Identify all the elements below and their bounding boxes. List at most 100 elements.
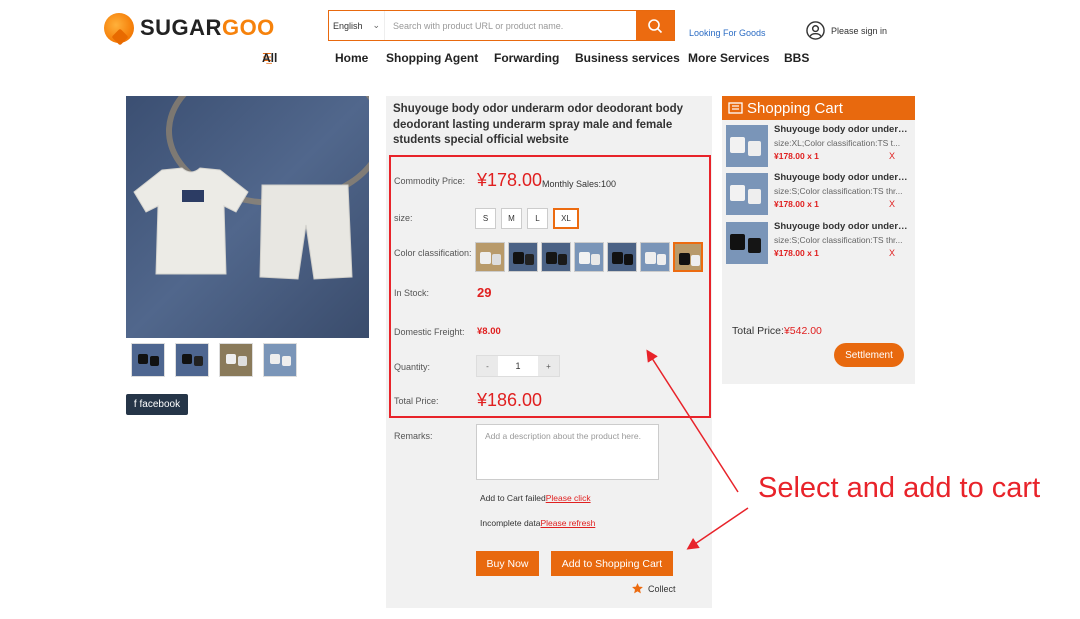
collect-label: Collect xyxy=(648,583,676,594)
cart-header: Shopping Cart xyxy=(722,96,915,120)
quantity-decrease-button[interactable]: - xyxy=(477,356,498,376)
color-options xyxy=(475,242,703,272)
incomplete-data-note: Incomplete dataPlease refresh xyxy=(480,518,595,528)
nav-shopping-agent[interactable]: Shopping Agent xyxy=(386,51,478,65)
cart-total: Total Price:¥542.00 xyxy=(732,325,822,337)
cart-item-spec: size:S;Color classification:TS thr... xyxy=(774,235,903,245)
quantity-stepper: - 1 + xyxy=(476,355,560,377)
total-price: ¥186.00 xyxy=(477,390,543,410)
sign-in-label: Please sign in xyxy=(831,25,888,36)
nav-all-label: All xyxy=(262,51,278,65)
size-option-l[interactable]: L xyxy=(527,208,548,229)
language-select[interactable]: English ⌄ xyxy=(329,11,385,40)
looking-for-goods-link[interactable]: Looking For Goods xyxy=(689,28,766,38)
cart-item-price: ¥178.00 x 1 xyxy=(774,151,819,161)
highlight-box xyxy=(389,155,711,418)
nav-forwarding[interactable]: Forwarding xyxy=(494,51,559,65)
annotation-text: Select and add to cart xyxy=(758,472,1041,504)
size-label: size: xyxy=(394,213,413,223)
sign-in-link[interactable]: Please sign in xyxy=(806,21,887,40)
stock-label: In Stock: xyxy=(394,288,430,298)
thumbnail[interactable] xyxy=(131,343,165,377)
cart-item[interactable]: Shuyouge body odor underarm odor deodora… xyxy=(724,219,913,265)
nav-business-services[interactable]: Business services xyxy=(575,51,680,65)
shorts-image xyxy=(259,184,353,280)
color-option[interactable] xyxy=(574,242,604,272)
user-icon xyxy=(806,21,825,40)
please-refresh-link[interactable]: Please refresh xyxy=(540,518,595,528)
stock-value: 29 xyxy=(477,285,492,300)
color-option[interactable] xyxy=(541,242,571,272)
nav-more-services[interactable]: More Services xyxy=(688,51,769,65)
cart-item-remove-button[interactable]: X xyxy=(889,199,895,209)
search-input[interactable] xyxy=(385,11,636,40)
buy-now-button[interactable]: Buy Now xyxy=(476,551,539,576)
search-button[interactable] xyxy=(636,11,674,40)
cart-item-image xyxy=(726,125,768,167)
product-main-image[interactable] xyxy=(126,96,369,338)
nav-bbs[interactable]: BBS xyxy=(784,51,809,65)
nav-home[interactable]: Home xyxy=(335,51,368,65)
freight-value: ¥8.00 xyxy=(477,326,501,337)
cart-item-spec: size:S;Color classification:TS thr... xyxy=(774,186,903,196)
size-option-s[interactable]: S xyxy=(475,208,496,229)
color-option[interactable] xyxy=(640,242,670,272)
price-label: Commodity Price: xyxy=(394,176,466,186)
tshirt-image xyxy=(133,167,249,275)
thumbnail-strip xyxy=(131,343,297,377)
logo-text: SUGARGOO xyxy=(140,15,275,40)
cart-item[interactable]: Shuyouge body odor underarm odor deodora… xyxy=(724,170,913,216)
remarks-textarea[interactable] xyxy=(476,424,659,480)
please-click-link[interactable]: Please click xyxy=(546,493,591,503)
chevron-down-icon: ⌄ xyxy=(372,20,380,30)
thumbnail[interactable] xyxy=(263,343,297,377)
cart-title: Shopping Cart xyxy=(747,99,843,117)
add-failed-text: Add to Cart failed xyxy=(480,493,546,503)
quantity-increase-button[interactable]: + xyxy=(538,356,559,376)
cart-item[interactable]: Shuyouge body odor underarm odor deodora… xyxy=(724,122,913,168)
color-option[interactable] xyxy=(508,242,538,272)
cart-item-image xyxy=(726,173,768,215)
freight-label: Domestic Freight: xyxy=(394,327,465,337)
size-option-xl[interactable]: XL xyxy=(553,208,579,229)
cart-item-name: Shuyouge body odor underarm odor deodora… xyxy=(774,172,910,183)
cart-item-name: Shuyouge body odor underarm odor deodora… xyxy=(774,221,910,232)
add-failed-note: Add to Cart failedPlease click xyxy=(480,493,591,503)
sugargoo-logo[interactable]: SUGARGOO xyxy=(104,13,275,43)
logo-mark-icon xyxy=(104,13,134,43)
color-option-selected[interactable] xyxy=(673,242,703,272)
search-icon xyxy=(648,18,663,33)
size-option-m[interactable]: M xyxy=(501,208,522,229)
facebook-share-button[interactable]: f facebook xyxy=(126,394,188,415)
commodity-price: ¥178.00 xyxy=(477,170,543,190)
cart-total-label: Total Price: xyxy=(732,325,784,337)
cart-list-icon xyxy=(728,101,743,115)
settlement-button[interactable]: Settlement xyxy=(834,343,904,367)
color-label: Color classification: xyxy=(394,248,472,258)
monthly-sales: Monthly Sales:100 xyxy=(542,179,617,189)
search-bar: English ⌄ xyxy=(328,10,675,41)
star-icon xyxy=(632,583,643,594)
product-title: Shuyouge body odor underarm odor deodora… xyxy=(393,103,684,146)
thumbnail[interactable] xyxy=(175,343,209,377)
cart-item-name: Shuyouge body odor underarm odor deodora… xyxy=(774,124,910,135)
collect-button[interactable]: Collect xyxy=(631,582,676,595)
remarks-label: Remarks: xyxy=(394,431,433,441)
total-label: Total Price: xyxy=(394,396,439,406)
quantity-label: Quantity: xyxy=(394,362,431,372)
cart-item-remove-button[interactable]: X xyxy=(889,151,895,161)
size-options: S M L XL xyxy=(475,208,579,229)
color-option[interactable] xyxy=(607,242,637,272)
cart-item-remove-button[interactable]: X xyxy=(889,248,895,258)
add-to-cart-button[interactable]: Add to Shopping Cart xyxy=(551,551,673,576)
cart-item-image xyxy=(726,222,768,264)
cart-item-price: ¥178.00 x 1 xyxy=(774,248,819,258)
cart-item-spec: size:XL;Color classification:TS t... xyxy=(774,138,901,148)
incomplete-text: Incomplete data xyxy=(480,518,541,528)
thumbnail[interactable] xyxy=(219,343,253,377)
quantity-input[interactable]: 1 xyxy=(498,356,538,376)
language-label: English xyxy=(333,20,363,31)
color-option[interactable] xyxy=(475,242,505,272)
cart-item-price: ¥178.00 x 1 xyxy=(774,199,819,209)
cart-total-value: ¥542.00 xyxy=(783,325,822,337)
